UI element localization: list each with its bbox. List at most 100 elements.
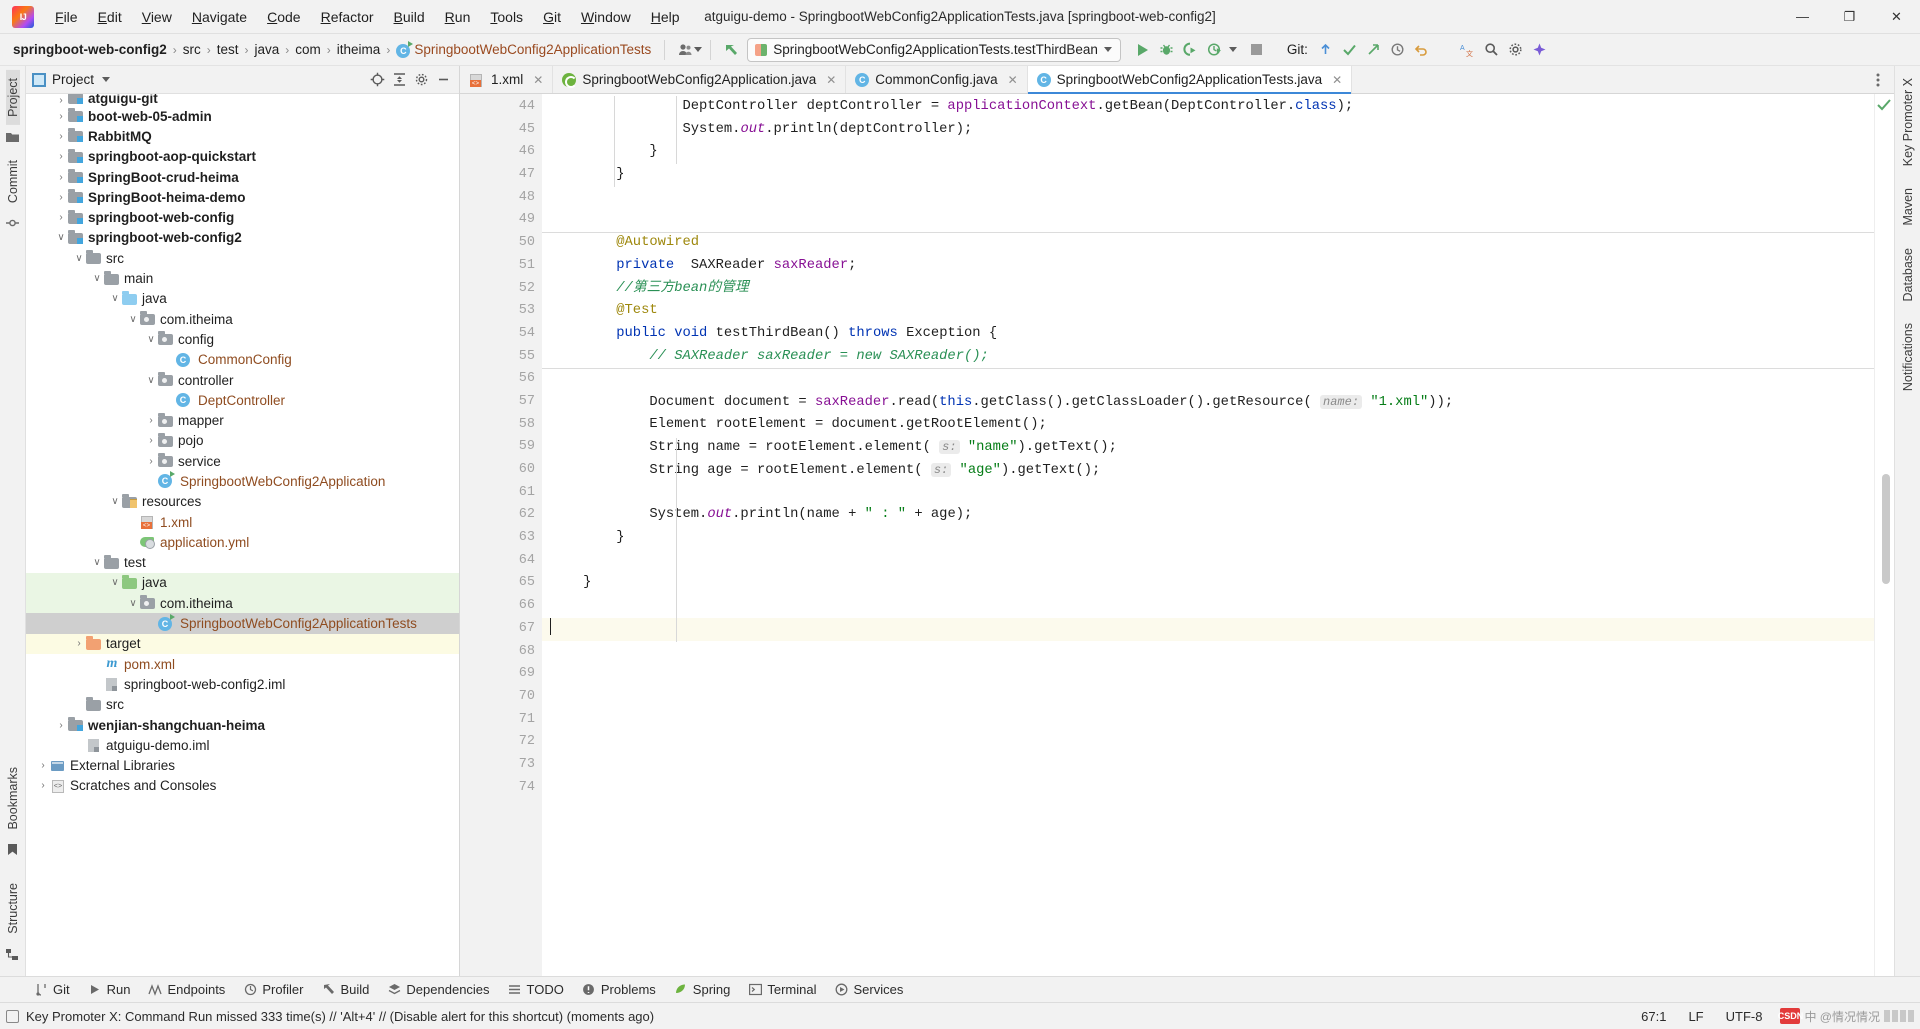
chevron-down-icon[interactable]: ∨ — [108, 577, 122, 588]
line-number-67[interactable]: 67 — [460, 618, 542, 641]
tree-node-springboot-aop-quickstart[interactable]: › springboot-aop-quickstart — [26, 147, 459, 167]
more-run-actions-caret-icon[interactable] — [1228, 47, 1237, 52]
debug-button[interactable] — [1155, 39, 1179, 61]
line-number-44[interactable]: 44 — [460, 96, 542, 119]
tool-window-problems[interactable]: Problems — [576, 980, 668, 999]
chevron-right-icon[interactable]: › — [72, 638, 86, 649]
editor-tab-springbootwebconfig2applicationtests-java[interactable]: C SpringbootWebConfig2ApplicationTests.ja… — [1027, 66, 1353, 94]
line-number-gutter[interactable]: 44 45 46 47 48 49 50 51 52 53 54 55 56 57 58 59 60 61 62 63… — [460, 94, 578, 976]
user-dropdown-caret-icon[interactable] — [694, 47, 703, 52]
line-number-74[interactable]: 74 — [460, 777, 542, 800]
breadcrumb[interactable]: springboot-web-config2 › src › test › java › com… — [8, 40, 656, 60]
line-number-64[interactable]: 64 — [460, 550, 542, 573]
menu-item-refactor[interactable]: Refactor — [312, 5, 383, 29]
code-line-60[interactable]: String age = rootElement.element( s: "ag… — [542, 459, 1874, 482]
line-number-71[interactable]: 71 — [460, 709, 542, 732]
tree-node-external-libraries[interactable]: › External Libraries — [26, 756, 459, 776]
menu-item-navigate[interactable]: Navigate — [183, 5, 256, 29]
menu-item-help[interactable]: Help — [642, 5, 689, 29]
tree-node-controller[interactable]: ∨ controller — [26, 370, 459, 390]
strip-item-database[interactable]: Database — [1901, 240, 1915, 310]
tree-node-springboot-web-config[interactable]: › springboot-web-config — [26, 207, 459, 227]
tool-window-git[interactable]: Git — [28, 980, 82, 999]
tree-node-resources[interactable]: ∨ resources — [26, 492, 459, 512]
chevron-right-icon[interactable]: › — [54, 192, 68, 203]
window-controls[interactable]: — ❐ ✕ — [1779, 0, 1920, 34]
code-line-64[interactable] — [542, 550, 1874, 573]
chevron-right-icon[interactable]: › — [144, 435, 158, 446]
tree-node-pom-xml[interactable]: m pom.xml — [26, 654, 459, 674]
tool-window-services[interactable]: Services — [829, 980, 916, 999]
history-icon[interactable] — [1386, 39, 1410, 61]
tree-node-target[interactable]: › target — [26, 633, 459, 655]
menu-item-view[interactable]: View — [133, 5, 181, 29]
tool-window-terminal[interactable]: Terminal — [742, 980, 828, 999]
code-line-44[interactable]: DeptController deptController = applicat… — [542, 96, 1874, 119]
code-line-74[interactable] — [542, 777, 1874, 800]
line-number-53[interactable]: 53 — [460, 300, 542, 323]
chevron-right-icon[interactable]: › — [54, 172, 68, 183]
line-number-68[interactable]: 68 — [460, 641, 542, 664]
strip-item-structure[interactable]: Structure — [6, 875, 20, 942]
chevron-down-icon[interactable]: ∨ — [72, 253, 86, 264]
tree-node-boot-web-05-admin[interactable]: › boot-web-05-admin — [26, 106, 459, 126]
tree-node-springbootwebconfig2applicationtests[interactable]: C SpringbootWebConfig2ApplicationTests — [26, 613, 459, 634]
project-folder-icon[interactable] — [6, 125, 19, 152]
run-configuration-selector[interactable]: SpringbootWebConfig2ApplicationTests.tes… — [747, 37, 1121, 62]
breadcrumb-segment-src[interactable]: src — [178, 40, 206, 59]
tool-window-bar[interactable]: Git Run Endpoints Profiler Build Dependencies… — [0, 976, 1920, 1002]
code-line-54[interactable]: public void testThirdBean() throws Excep… — [542, 323, 1874, 346]
tool-window-spring[interactable]: Spring — [668, 980, 743, 999]
update-project-icon[interactable] — [1314, 39, 1338, 61]
code-editor[interactable]: 44 45 46 47 48 49 50 51 52 53 54 55 56 57 58 59 60 61 62 63… — [460, 94, 1894, 976]
tree-node-mapper[interactable]: › mapper — [26, 410, 459, 430]
strip-item-maven[interactable]: Maven — [1901, 180, 1915, 234]
close-icon[interactable]: ✕ — [1332, 73, 1342, 87]
maximize-button[interactable]: ❐ — [1826, 0, 1873, 34]
code-line-68[interactable] — [542, 641, 1874, 664]
code-line-65[interactable]: } — [542, 572, 1874, 595]
code-line-50[interactable]: @Autowired — [542, 232, 1874, 255]
editor-tab-strip[interactable]: <> 1.xml ✕ SpringbootWebConfig2Application.… — [460, 66, 1894, 94]
gear-icon[interactable] — [411, 70, 431, 90]
tree-node-deptcontroller[interactable]: C DeptController — [26, 390, 459, 410]
code-line-56[interactable] — [542, 368, 1874, 391]
line-number-58[interactable]: 58 — [460, 414, 542, 437]
code-line-61[interactable] — [542, 482, 1874, 505]
breadcrumb-segment-springbootwebconfig2applicationtests[interactable]: C SpringbootWebConfig2ApplicationTests — [391, 40, 656, 60]
profiler-button[interactable] — [1203, 39, 1227, 61]
locate-icon[interactable] — [367, 70, 387, 90]
tree-node-pojo[interactable]: › pojo — [26, 431, 459, 451]
gear-icon[interactable] — [1504, 39, 1528, 61]
breadcrumb-segment-springboot-web-config2[interactable]: springboot-web-config2 — [8, 40, 172, 59]
line-number-59[interactable]: 59 — [460, 436, 542, 459]
line-number-66[interactable]: 66 — [460, 595, 542, 618]
chevron-down-icon[interactable]: ∨ — [90, 273, 104, 284]
line-number-69[interactable]: 69 — [460, 663, 542, 686]
line-number-61[interactable]: 61 — [460, 482, 542, 505]
menu-item-code[interactable]: Code — [258, 5, 309, 29]
tree-node-src[interactable]: ∨ src — [26, 248, 459, 268]
code-line-45[interactable]: System.out.println(deptController); — [542, 119, 1874, 142]
run-with-coverage-button[interactable] — [1179, 39, 1203, 61]
tree-node-java[interactable]: ∨ java — [26, 572, 459, 594]
code-line-66[interactable] — [542, 595, 1874, 618]
code-line-58[interactable]: Element rootElement = document.getRootEl… — [542, 414, 1874, 437]
line-number-73[interactable]: 73 — [460, 754, 542, 777]
breadcrumb-segment-com[interactable]: com — [290, 40, 326, 59]
code-line-70[interactable] — [542, 686, 1874, 709]
chevron-down-icon[interactable]: ∨ — [126, 598, 140, 609]
tree-node-rabbitmq[interactable]: › RabbitMQ — [26, 126, 459, 146]
code-line-52[interactable]: //第三方bean的管理 — [542, 278, 1874, 301]
editor-tab-springbootwebconfig2application-java[interactable]: SpringbootWebConfig2Application.java ✕ — [553, 66, 847, 93]
breadcrumb-segment-test[interactable]: test — [212, 40, 244, 59]
tree-node-springboot-crud-heima[interactable]: › SpringBoot-crud-heima — [26, 167, 459, 187]
chevron-right-icon[interactable]: › — [54, 111, 68, 122]
line-number-48[interactable]: 48 — [460, 187, 542, 210]
line-number-49[interactable]: 49 — [460, 209, 542, 232]
code-content[interactable]: DeptController deptController = applicat… — [542, 94, 1874, 976]
line-number-60[interactable]: 60 — [460, 459, 542, 482]
chevron-down-icon[interactable]: ∨ — [108, 496, 122, 507]
editor-tab-1-xml[interactable]: <> 1.xml ✕ — [460, 66, 554, 93]
close-icon[interactable]: ✕ — [826, 73, 836, 87]
